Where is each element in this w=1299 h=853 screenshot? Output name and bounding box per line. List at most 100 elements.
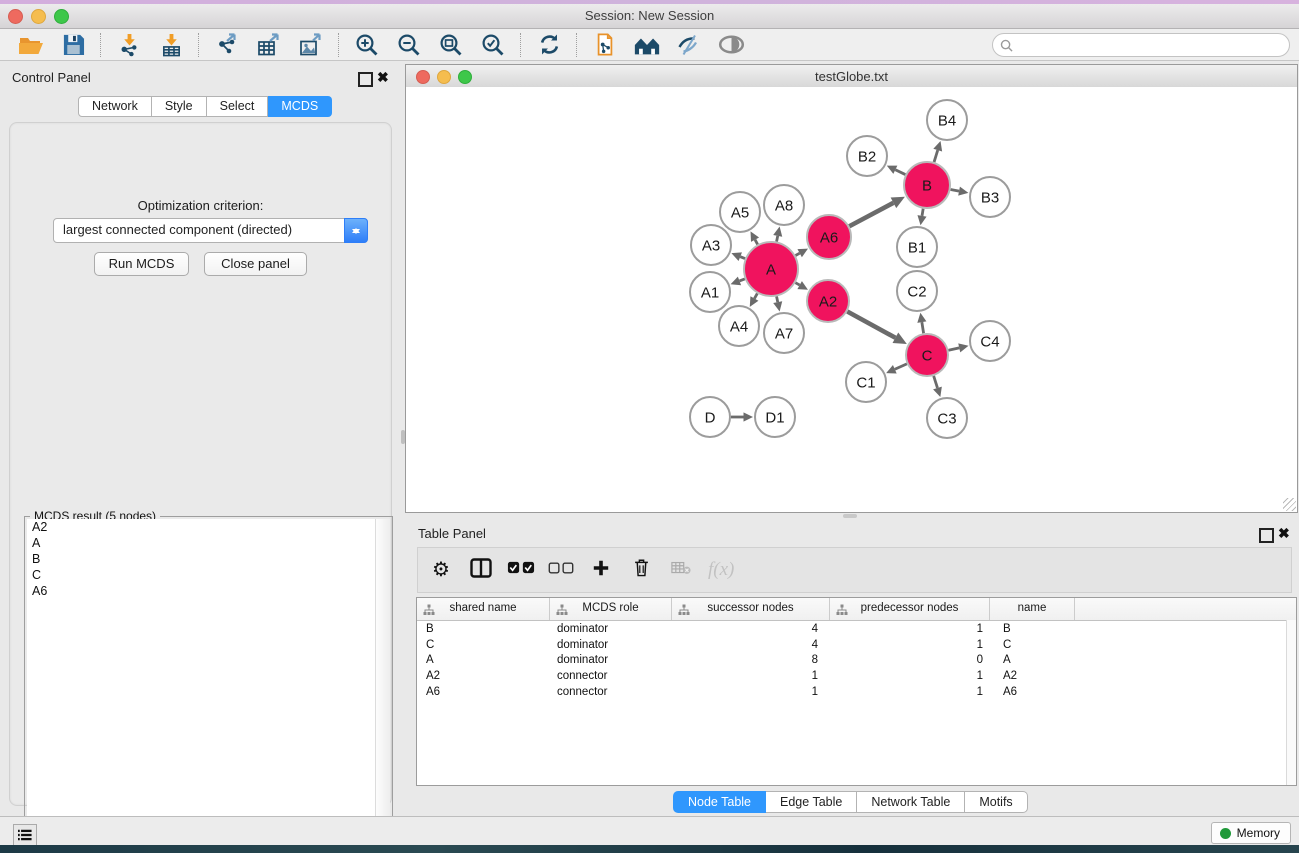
split-panel-button[interactable]: [464, 554, 498, 586]
cell[interactable]: B: [990, 622, 1075, 638]
cell[interactable]: dominator: [550, 622, 672, 638]
divider-grip[interactable]: [843, 514, 857, 518]
cell[interactable]: C: [417, 638, 550, 654]
table-row-A[interactable]: Adominator80A: [417, 653, 1287, 669]
tab-network-table[interactable]: Network Table: [857, 791, 965, 813]
edge-A-A5[interactable]: [755, 240, 758, 245]
cell[interactable]: dominator: [550, 638, 672, 654]
cell[interactable]: 1: [672, 685, 830, 701]
criterion-select[interactable]: largest connected component (directed): [53, 218, 368, 243]
table-row-A2[interactable]: A2connector11A2: [417, 669, 1287, 685]
column-header-predecessor-nodes[interactable]: predecessor nodes: [830, 598, 990, 620]
mcds-result-item[interactable]: A: [27, 535, 375, 551]
cell[interactable]: 1: [830, 669, 990, 685]
edge-B-B4[interactable]: [934, 150, 938, 162]
delete-column-button[interactable]: [624, 554, 658, 586]
zoom-selected-button[interactable]: [475, 31, 511, 58]
cell[interactable]: A2: [417, 669, 550, 685]
close-panel-icon[interactable]: ✖: [377, 69, 389, 86]
import-table-button[interactable]: [153, 31, 189, 58]
zoom-out-button[interactable]: [391, 31, 427, 58]
edge-A-A8[interactable]: [777, 236, 778, 242]
edge-A-A4[interactable]: [754, 293, 757, 298]
export-network-button[interactable]: [209, 31, 245, 58]
mcds-list-scrollbar[interactable]: [376, 519, 390, 853]
edge-B-B3[interactable]: [951, 189, 959, 191]
search-input[interactable]: [1013, 38, 1289, 52]
save-session-button[interactable]: [55, 31, 91, 58]
add-column-button[interactable]: [584, 554, 618, 586]
edge-C-C3[interactable]: [934, 376, 938, 388]
tab-style[interactable]: Style: [152, 96, 207, 117]
network-canvas[interactable]: AA6A2BCA1A3A4A5A7A8B1B2B3B4C1C2C3C4DD1: [406, 87, 1297, 512]
edge-A-A7[interactable]: [777, 296, 778, 302]
show-eye-button[interactable]: [713, 31, 749, 58]
table-row-A6[interactable]: A6connector11A6: [417, 685, 1287, 701]
search-box[interactable]: [992, 33, 1290, 57]
table-row-C[interactable]: Cdominator41C: [417, 638, 1287, 654]
cell[interactable]: 8: [672, 653, 830, 669]
divider-grip[interactable]: [401, 430, 405, 444]
edge-C-C4[interactable]: [948, 348, 959, 350]
table-scrollbar[interactable]: [1286, 620, 1296, 785]
cell[interactable]: 1: [830, 685, 990, 701]
edge-B-B1[interactable]: [922, 209, 923, 216]
edge-C-C1[interactable]: [895, 364, 907, 369]
edge-A-A6[interactable]: [796, 253, 800, 255]
cell[interactable]: A: [417, 653, 550, 669]
float-panel-icon[interactable]: [358, 72, 373, 87]
tab-mcds[interactable]: MCDS: [268, 96, 332, 117]
table-row-B[interactable]: Bdominator41B: [417, 622, 1287, 638]
float-table-panel-icon[interactable]: [1259, 528, 1274, 543]
select-all-button[interactable]: [504, 554, 538, 586]
edge-A2-C[interactable]: [847, 312, 895, 338]
cell[interactable]: B: [417, 622, 550, 638]
cell[interactable]: 1: [830, 638, 990, 654]
refresh-button[interactable]: [531, 31, 567, 58]
task-history-button[interactable]: [13, 824, 37, 846]
cell[interactable]: A2: [990, 669, 1075, 685]
network-window-titlebar[interactable]: testGlobe.txt: [406, 65, 1297, 88]
import-network-button[interactable]: [111, 31, 147, 58]
column-header-name[interactable]: name: [990, 598, 1075, 620]
cell[interactable]: C: [990, 638, 1075, 654]
close-panel-button[interactable]: Close panel: [204, 252, 307, 276]
mcds-result-item[interactable]: A6: [27, 583, 375, 599]
tab-edge-table[interactable]: Edge Table: [766, 791, 857, 813]
home-button[interactable]: [629, 31, 665, 58]
memory-button[interactable]: Memory: [1211, 822, 1291, 844]
cell[interactable]: A6: [990, 685, 1075, 701]
cell[interactable]: 1: [830, 622, 990, 638]
tab-select[interactable]: Select: [207, 96, 269, 117]
export-table-button[interactable]: [251, 31, 287, 58]
column-header-MCDS-role[interactable]: MCDS role: [550, 598, 672, 620]
tab-motifs[interactable]: Motifs: [965, 791, 1027, 813]
mcds-result-item[interactable]: C: [27, 567, 375, 583]
cell[interactable]: 0: [830, 653, 990, 669]
edge-A-A1[interactable]: [739, 279, 744, 281]
edge-C-C2[interactable]: [922, 322, 924, 333]
main-titlebar[interactable]: Session: New Session: [0, 4, 1299, 29]
window-resize-grip[interactable]: [1283, 498, 1296, 511]
run-mcds-button[interactable]: Run MCDS: [94, 252, 189, 276]
open-session-button[interactable]: [13, 31, 49, 58]
network-graph[interactable]: AA6A2BCA1A3A4A5A7A8B1B2B3B4C1C2C3C4DD1: [406, 87, 1297, 512]
cell[interactable]: A6: [417, 685, 550, 701]
mcds-result-item[interactable]: B: [27, 551, 375, 567]
edge-A-A3[interactable]: [740, 257, 745, 259]
deselect-all-button[interactable]: [544, 554, 578, 586]
cell[interactable]: 1: [672, 669, 830, 685]
clone-network-button[interactable]: [587, 31, 623, 58]
export-image-button[interactable]: [293, 31, 329, 58]
edge-A-A2[interactable]: [795, 283, 799, 285]
cell[interactable]: 4: [672, 638, 830, 654]
close-table-panel-icon[interactable]: ✖: [1278, 525, 1290, 542]
column-header-successor-nodes[interactable]: successor nodes: [672, 598, 830, 620]
cell[interactable]: A: [990, 653, 1075, 669]
tab-network[interactable]: Network: [78, 96, 152, 117]
settings-gear-button[interactable]: ⚙: [424, 554, 458, 586]
cell[interactable]: dominator: [550, 653, 672, 669]
edge-A6-B[interactable]: [849, 203, 893, 226]
tab-node-table[interactable]: Node Table: [673, 791, 766, 813]
cell[interactable]: connector: [550, 685, 672, 701]
